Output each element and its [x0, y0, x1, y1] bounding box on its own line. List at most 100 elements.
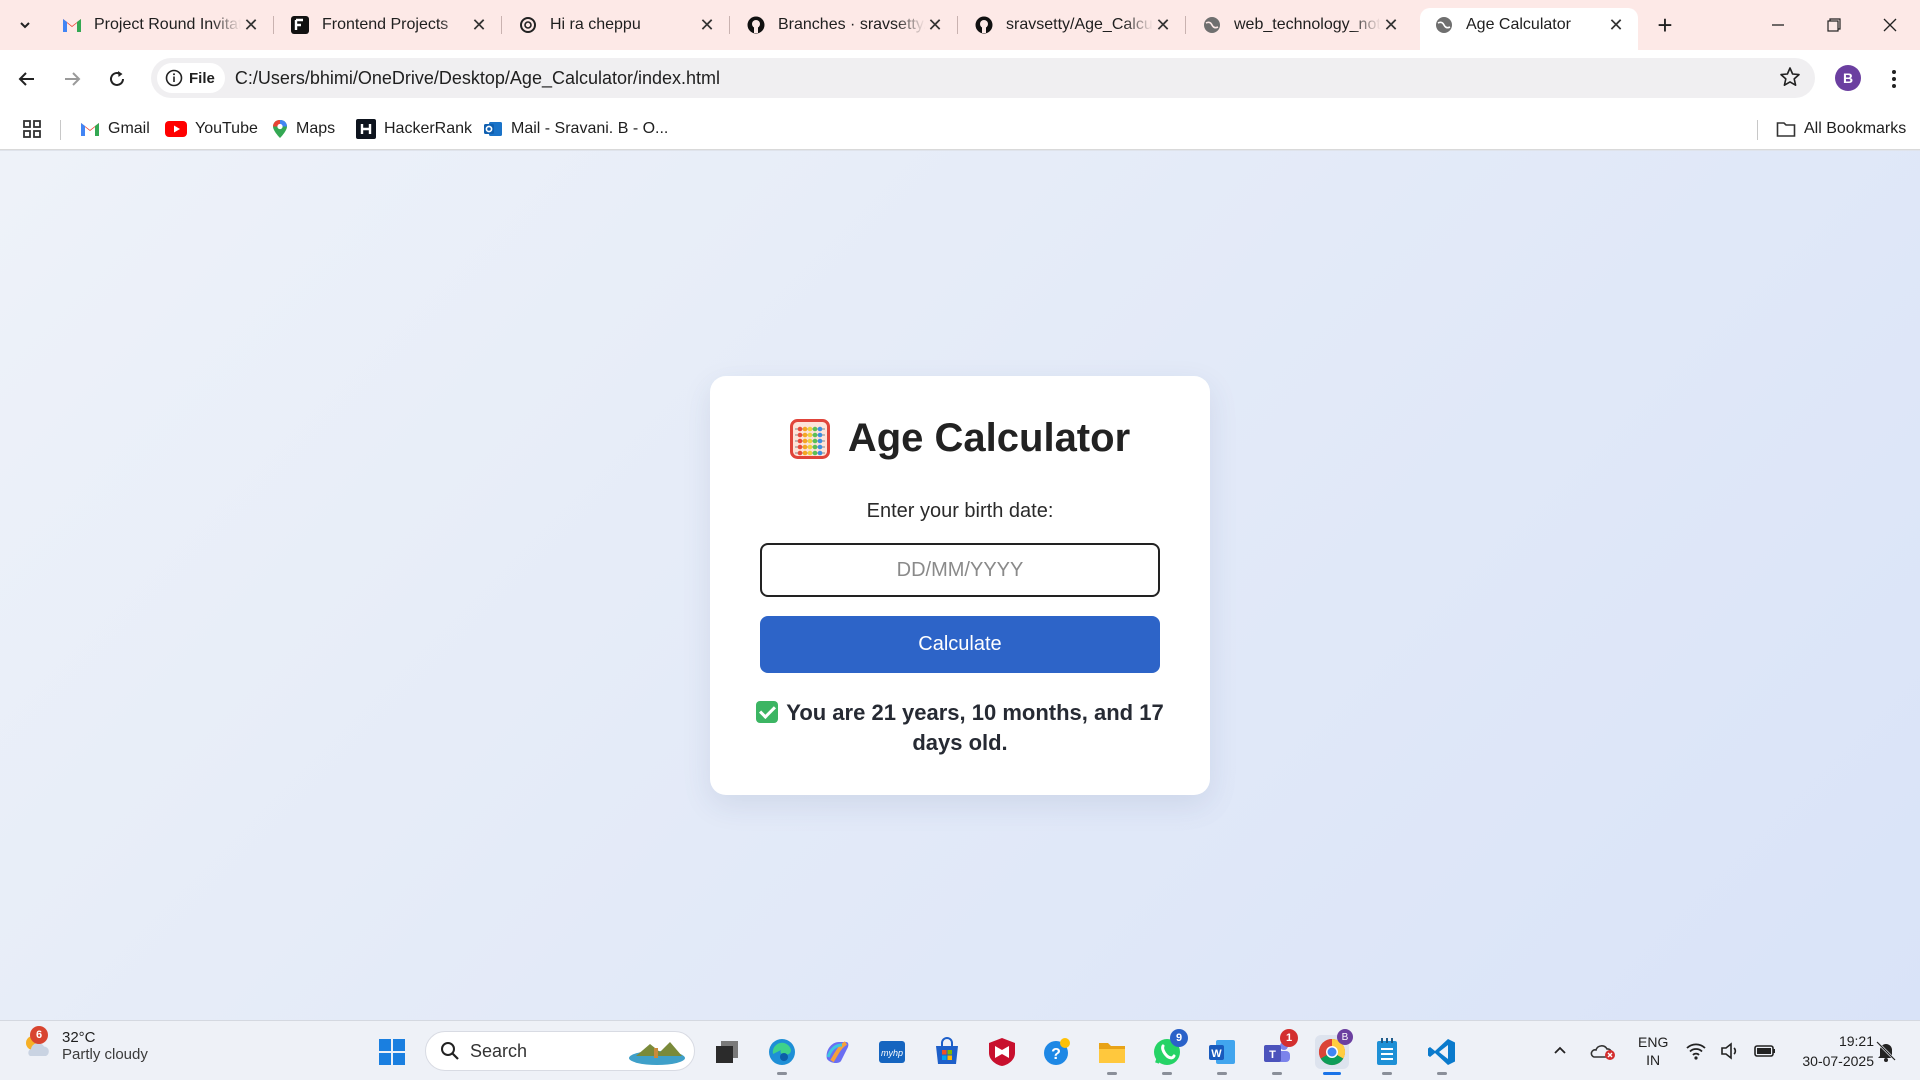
arrow-left-icon	[18, 72, 34, 86]
arrow-right-icon	[65, 72, 81, 86]
system-clock[interactable]: 19:21 30-07-2025	[1782, 1031, 1874, 1071]
birth-date-input[interactable]	[760, 543, 1160, 597]
tab-title: web_technology_not	[1234, 16, 1381, 33]
bookmark-maps[interactable]: Maps	[272, 108, 335, 150]
language-code: ENG	[1638, 1034, 1669, 1050]
browser-toolbar: File C:/Users/bhimi/OneDrive/Desktop/Age…	[0, 50, 1920, 108]
tab-search-button[interactable]	[10, 10, 40, 40]
tips-button[interactable]: ?	[1040, 1035, 1074, 1069]
tab-github-repo[interactable]: sravsetty/Age_Calcul ✕	[960, 8, 1186, 42]
tab-divider	[273, 16, 274, 34]
address-bar[interactable]: File C:/Users/bhimi/OneDrive/Desktop/Age…	[151, 58, 1815, 98]
close-icon[interactable]: ✕	[469, 15, 489, 35]
back-button[interactable]	[10, 62, 44, 96]
running-indicator	[777, 1072, 787, 1075]
mcafee-icon	[989, 1038, 1015, 1066]
page-viewport: Age Calculator Enter your birth date: Ca…	[0, 151, 1920, 1020]
maps-icon	[273, 120, 287, 138]
result-text: You are 21 years, 10 months, and 17 days…	[786, 700, 1164, 755]
close-icon[interactable]: ✕	[697, 15, 717, 35]
quick-settings-button[interactable]	[1686, 1021, 1776, 1080]
notepad-button[interactable]	[1370, 1035, 1404, 1075]
bookmark-gmail[interactable]: Gmail	[80, 108, 150, 150]
close-window-button[interactable]	[1862, 0, 1918, 50]
language-indicator[interactable]: ENG IN	[1638, 1021, 1668, 1080]
mcafee-button[interactable]	[985, 1035, 1019, 1069]
teams-button[interactable]: T 1	[1260, 1029, 1298, 1075]
bookmark-youtube[interactable]: YouTube	[165, 108, 258, 150]
weather-icon: 6	[20, 1026, 52, 1062]
tab-web-technology[interactable]: web_technology_not ✕	[1188, 8, 1413, 42]
site-info-chip[interactable]: File	[157, 63, 225, 93]
onedrive-error-icon	[1590, 1045, 1615, 1060]
close-icon[interactable]: ✕	[241, 15, 261, 35]
word-icon: W	[1209, 1040, 1235, 1064]
close-icon[interactable]: ✕	[1153, 15, 1173, 35]
word-button[interactable]: W	[1205, 1035, 1239, 1075]
tab-github-branches[interactable]: Branches · sravsetty/A ✕	[732, 8, 958, 42]
weather-alert-badge: 6	[30, 1026, 48, 1044]
running-indicator	[1382, 1072, 1392, 1075]
apps-grid-icon	[23, 120, 41, 138]
wifi-icon	[1686, 1043, 1706, 1060]
myhp-button[interactable]: myhp	[875, 1035, 909, 1069]
chevron-down-icon	[20, 22, 30, 29]
region-code: IN	[1646, 1052, 1661, 1068]
new-tab-button[interactable]: +	[1650, 10, 1680, 40]
all-bookmarks-button[interactable]: All Bookmarks	[1776, 108, 1906, 150]
file-explorer-button[interactable]	[1095, 1035, 1129, 1075]
show-hidden-icons-button[interactable]	[1552, 1021, 1568, 1080]
url-text[interactable]: C:/Users/bhimi/OneDrive/Desktop/Age_Calc…	[235, 68, 720, 89]
tab-chatgpt[interactable]: Hi ra cheppu ✕	[504, 8, 730, 42]
volume-icon	[1721, 1042, 1737, 1060]
close-icon[interactable]: ✕	[1381, 15, 1401, 35]
more-menu-icon[interactable]	[1880, 64, 1908, 94]
bookmark-label: Mail - Sravani. B - O...	[511, 120, 669, 137]
windows-start-button[interactable]	[375, 1035, 409, 1069]
tab-frontend-projects[interactable]: Frontend Projects ✕	[276, 8, 502, 42]
file-manager-button[interactable]	[710, 1035, 744, 1069]
bookmark-star-button[interactable]	[1779, 66, 1801, 93]
tab-gmail[interactable]: Project Round Invitat ✕	[48, 8, 274, 42]
reload-button[interactable]	[100, 62, 134, 96]
notepad-icon	[1377, 1038, 1397, 1065]
search-label: Search	[470, 1040, 528, 1061]
notifications-button[interactable]	[1875, 1021, 1897, 1080]
vscode-icon	[1428, 1039, 1455, 1065]
edge-button[interactable]	[765, 1035, 799, 1075]
notification-badge: 9	[1170, 1029, 1188, 1047]
tab-title: Branches · sravsetty/A	[778, 16, 925, 33]
notification-bell-icon	[1876, 1041, 1896, 1062]
running-indicator	[1107, 1072, 1117, 1075]
whatsapp-button[interactable]: 9	[1150, 1029, 1188, 1075]
vscode-button[interactable]	[1425, 1035, 1459, 1075]
chrome-button[interactable]: B	[1315, 1029, 1353, 1075]
weather-widget[interactable]: 6 32°C Partly cloudy	[20, 1026, 148, 1063]
apps-button[interactable]	[22, 108, 42, 150]
restore-button[interactable]	[1806, 0, 1862, 50]
notification-badge: 1	[1280, 1029, 1298, 1047]
svg-text:?: ?	[1051, 1046, 1061, 1063]
onedrive-status[interactable]	[1590, 1021, 1616, 1080]
tab-divider	[1185, 16, 1186, 34]
taskbar-search[interactable]: Search	[425, 1031, 695, 1071]
tab-age-calculator[interactable]: Age Calculator ✕	[1420, 8, 1638, 50]
forward-button[interactable]	[55, 62, 89, 96]
microsoft-store-button[interactable]	[930, 1035, 964, 1069]
check-mark-icon	[756, 701, 779, 723]
bookmark-outlook[interactable]: Mail - Sravani. B - O...	[483, 108, 668, 150]
bookmark-hackerrank[interactable]: HackerRank	[356, 108, 472, 150]
close-icon[interactable]: ✕	[1606, 15, 1626, 35]
bookmark-label: YouTube	[195, 120, 258, 137]
profile-avatar[interactable]: B	[1835, 65, 1861, 91]
svg-text:W: W	[1211, 1048, 1222, 1060]
gmail-icon	[81, 123, 99, 136]
tab-title: Frontend Projects	[322, 16, 449, 33]
tab-divider	[501, 16, 502, 34]
calculate-button[interactable]: Calculate	[760, 616, 1160, 673]
copilot-button[interactable]	[820, 1035, 854, 1069]
close-icon[interactable]: ✕	[925, 15, 945, 35]
minimize-button[interactable]	[1750, 0, 1806, 50]
search-icon	[441, 1042, 459, 1060]
outlook-icon	[484, 122, 502, 136]
